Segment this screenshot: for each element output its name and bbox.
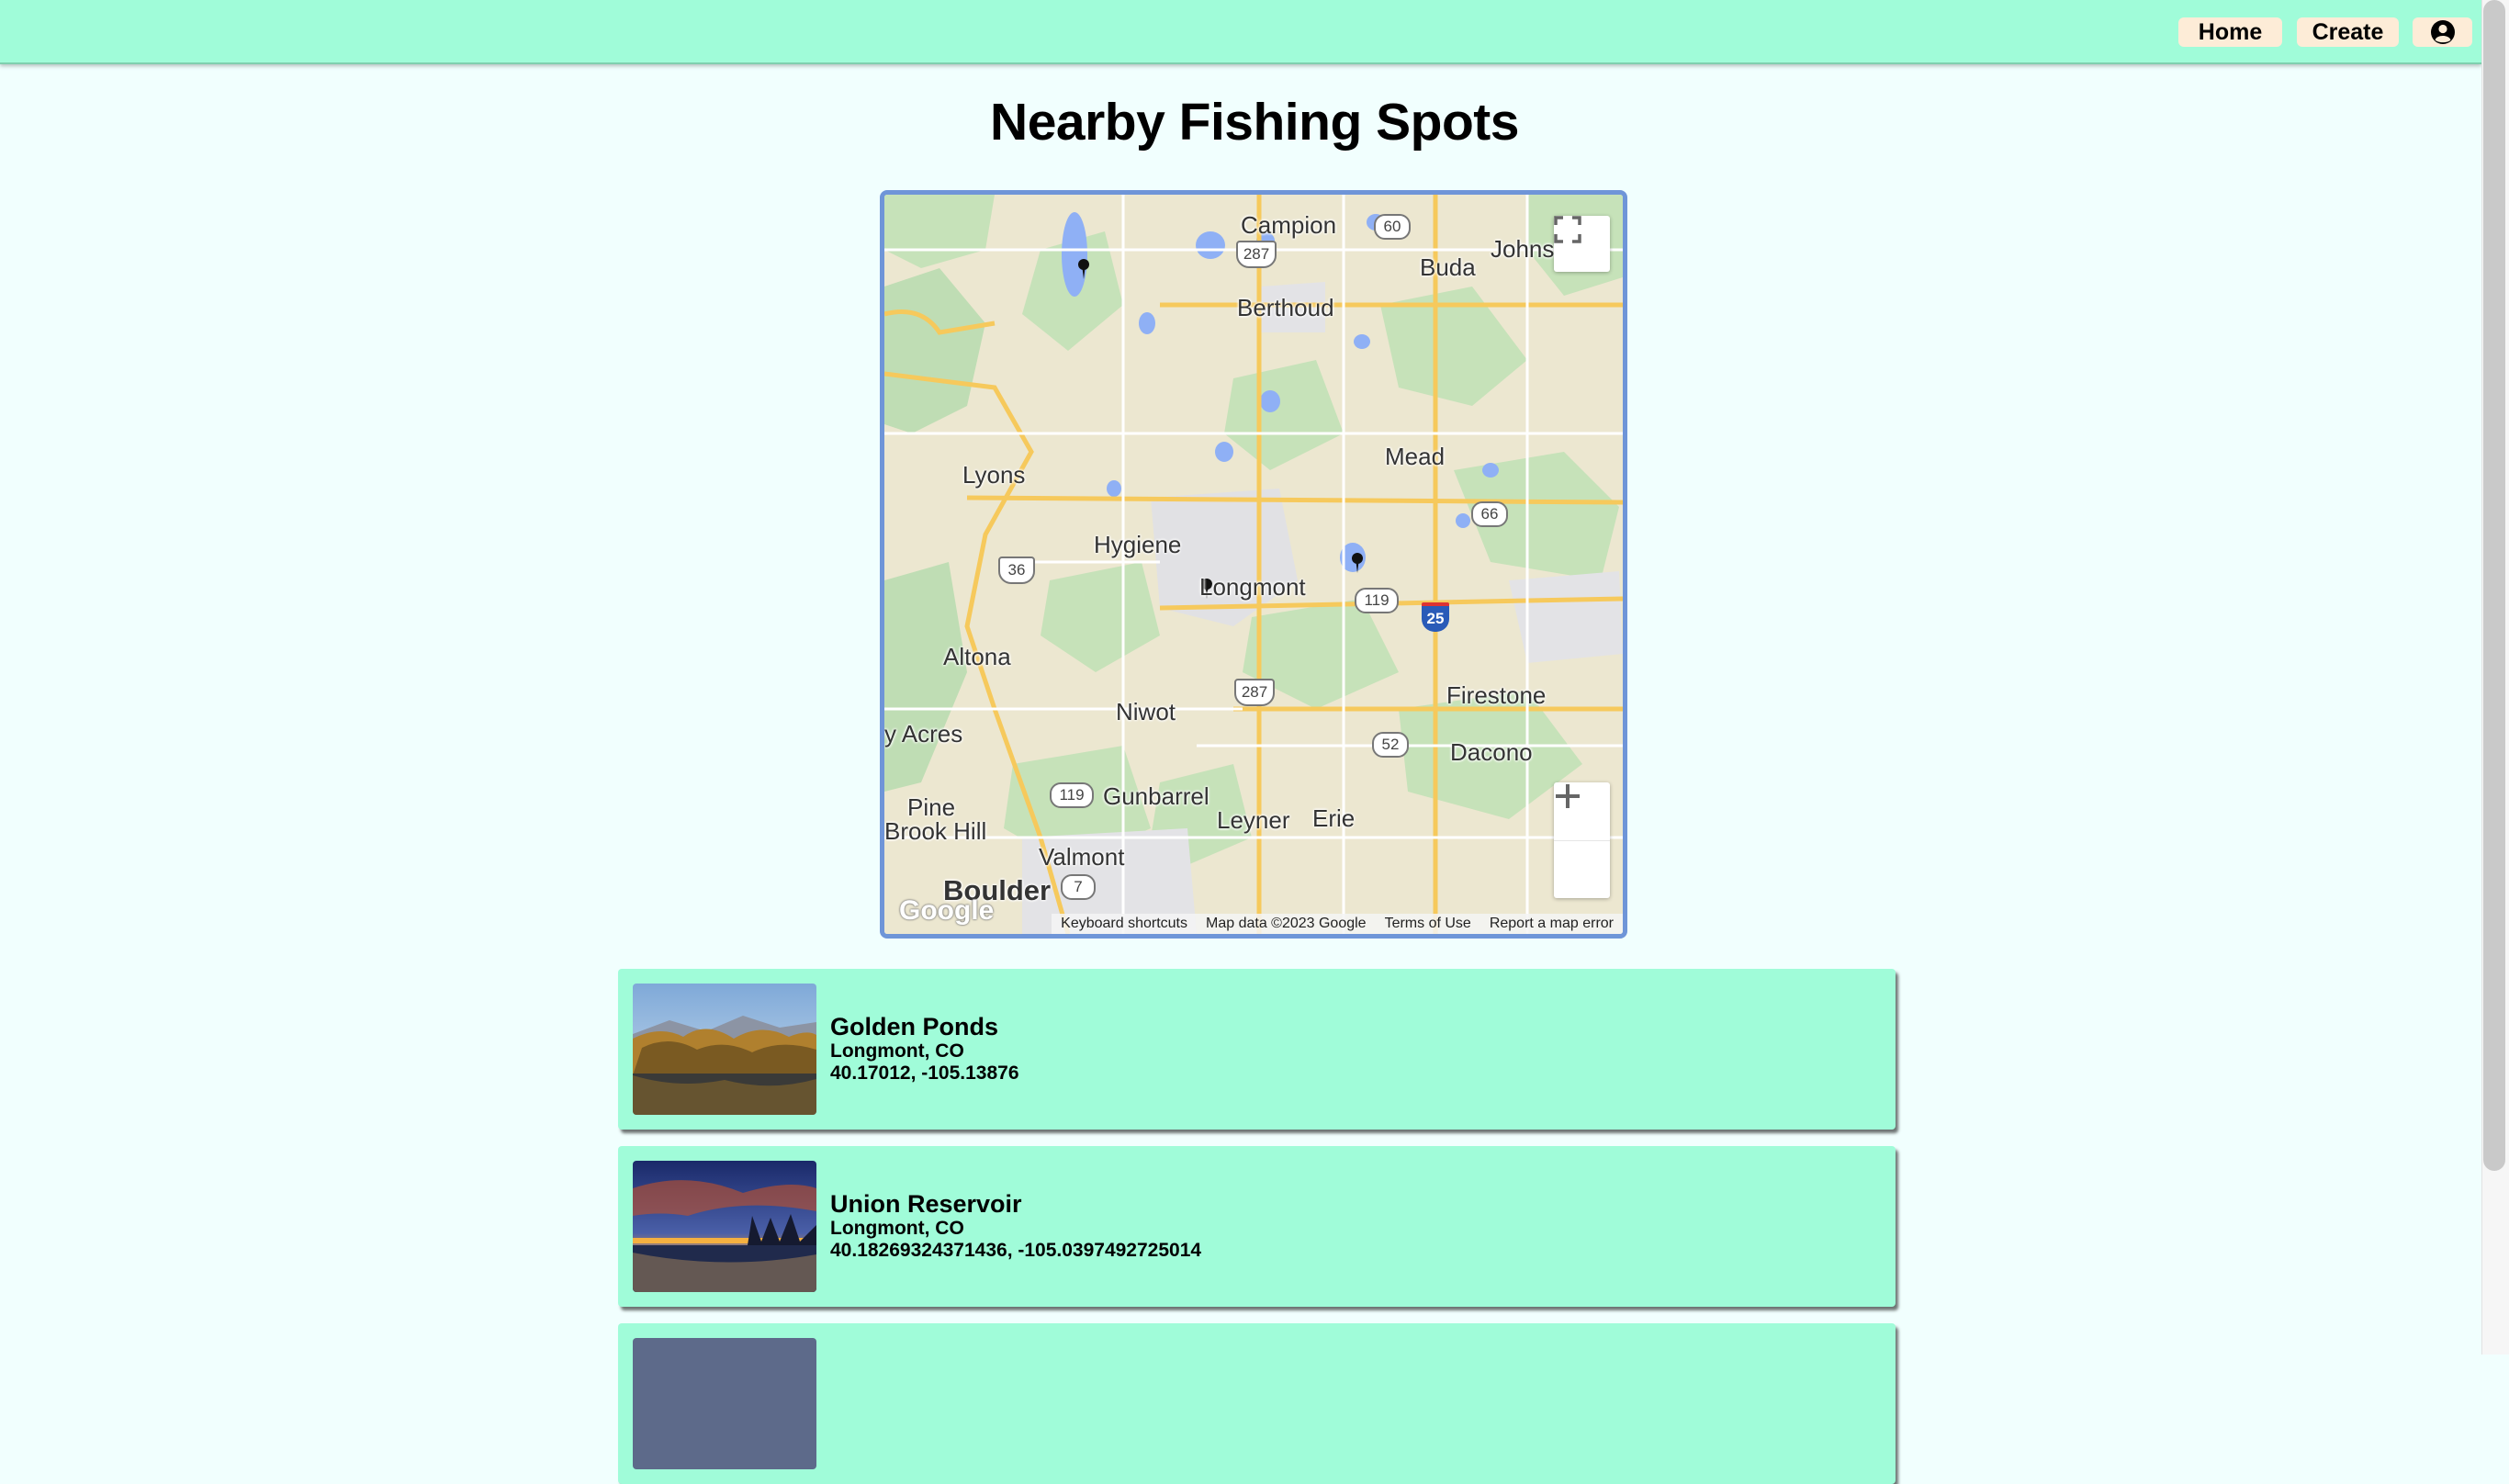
map-label-acres: y Acres: [884, 720, 963, 748]
user-circle-icon: [2430, 20, 2455, 44]
route-shield-287b: 287: [1234, 679, 1275, 706]
map-label-hygiene: Hygiene: [1094, 531, 1182, 558]
profile-button[interactable]: [2413, 17, 2472, 47]
fullscreen-button[interactable]: [1554, 216, 1610, 272]
map-label-buda: Buda: [1420, 253, 1476, 281]
route-shield-60: 60: [1374, 214, 1411, 240]
top-nav-bar: Home Create: [0, 0, 2481, 64]
map-data-attribution: Map data ©2023 Google: [1206, 916, 1367, 931]
map-label-brook-hill: Brook Hill: [884, 817, 987, 845]
map-label-erie: Erie: [1312, 804, 1356, 832]
map-footer: Keyboard shortcuts Map data ©2023 Google…: [1052, 914, 1623, 934]
route-shield-119: 119: [1355, 588, 1399, 613]
page-scrollbar-thumb[interactable]: [2483, 0, 2505, 1171]
spot-photo: [633, 984, 816, 1115]
spot-name: Union Reservoir: [830, 1190, 1022, 1218]
terms-of-use-link[interactable]: Terms of Use: [1385, 916, 1471, 932]
spot-name: Golden Ponds: [830, 1013, 999, 1040]
map-label-lyons: Lyons: [962, 461, 1026, 489]
route-shield-52: 52: [1372, 732, 1409, 758]
spot-photo: [633, 1161, 816, 1292]
spot-card[interactable]: Union Reservoir Longmont, CO 40.18269324…: [618, 1146, 1896, 1307]
map-view[interactable]: Campion Berthoud Buda Johns Mead Lyons H…: [880, 190, 1627, 939]
home-button[interactable]: Home: [2178, 17, 2282, 47]
zoom-control: [1554, 782, 1610, 898]
map-label-mead: Mead: [1385, 443, 1446, 470]
map-label-niwot: Niwot: [1116, 698, 1176, 725]
minus-icon: [1556, 794, 1580, 798]
google-logo: Google: [899, 895, 995, 926]
spot-location: Longmont, CO: [830, 1040, 964, 1062]
page-title: Nearby Fishing Spots: [990, 93, 1519, 152]
map-label-dacono: Dacono: [1450, 738, 1533, 766]
route-shield-66: 66: [1471, 501, 1508, 527]
map-label-campion: Campion: [1241, 211, 1337, 239]
spot-card[interactable]: [618, 1323, 1896, 1484]
map-label-longmont: Longmont: [1199, 573, 1306, 601]
map-label-valmont: Valmont: [1039, 843, 1125, 871]
interstate-shield-25: 25: [1422, 602, 1449, 632]
route-shield-7: 7: [1061, 874, 1096, 900]
spot-card[interactable]: Golden Ponds Longmont, CO 40.17012, -105…: [618, 969, 1896, 1130]
fullscreen-icon: [1554, 216, 1581, 243]
map-label-johns: Johns: [1491, 235, 1555, 263]
map-label-leyner: Leyner: [1217, 806, 1290, 834]
route-shield-36: 36: [998, 556, 1035, 584]
map-label-berthoud: Berthoud: [1237, 294, 1334, 321]
map-label-firestone: Firestone: [1446, 681, 1547, 709]
spot-location: Longmont, CO: [830, 1218, 964, 1239]
spot-photo: [633, 1338, 816, 1469]
zoom-out-button[interactable]: [1554, 794, 1610, 898]
keyboard-shortcuts-link[interactable]: Keyboard shortcuts: [1061, 916, 1187, 932]
report-map-error-link[interactable]: Report a map error: [1490, 916, 1614, 932]
spot-coordinates: 40.18269324371436, -105.0397492725014: [830, 1240, 1202, 1261]
map-label-altona: Altona: [943, 643, 1011, 670]
route-shield-119b: 119: [1050, 782, 1094, 808]
route-shield-287: 287: [1236, 241, 1277, 268]
spot-coordinates: 40.17012, -105.13876: [830, 1062, 1019, 1084]
map-label-gunbarrel: Gunbarrel: [1103, 782, 1209, 810]
create-button[interactable]: Create: [2297, 17, 2399, 47]
